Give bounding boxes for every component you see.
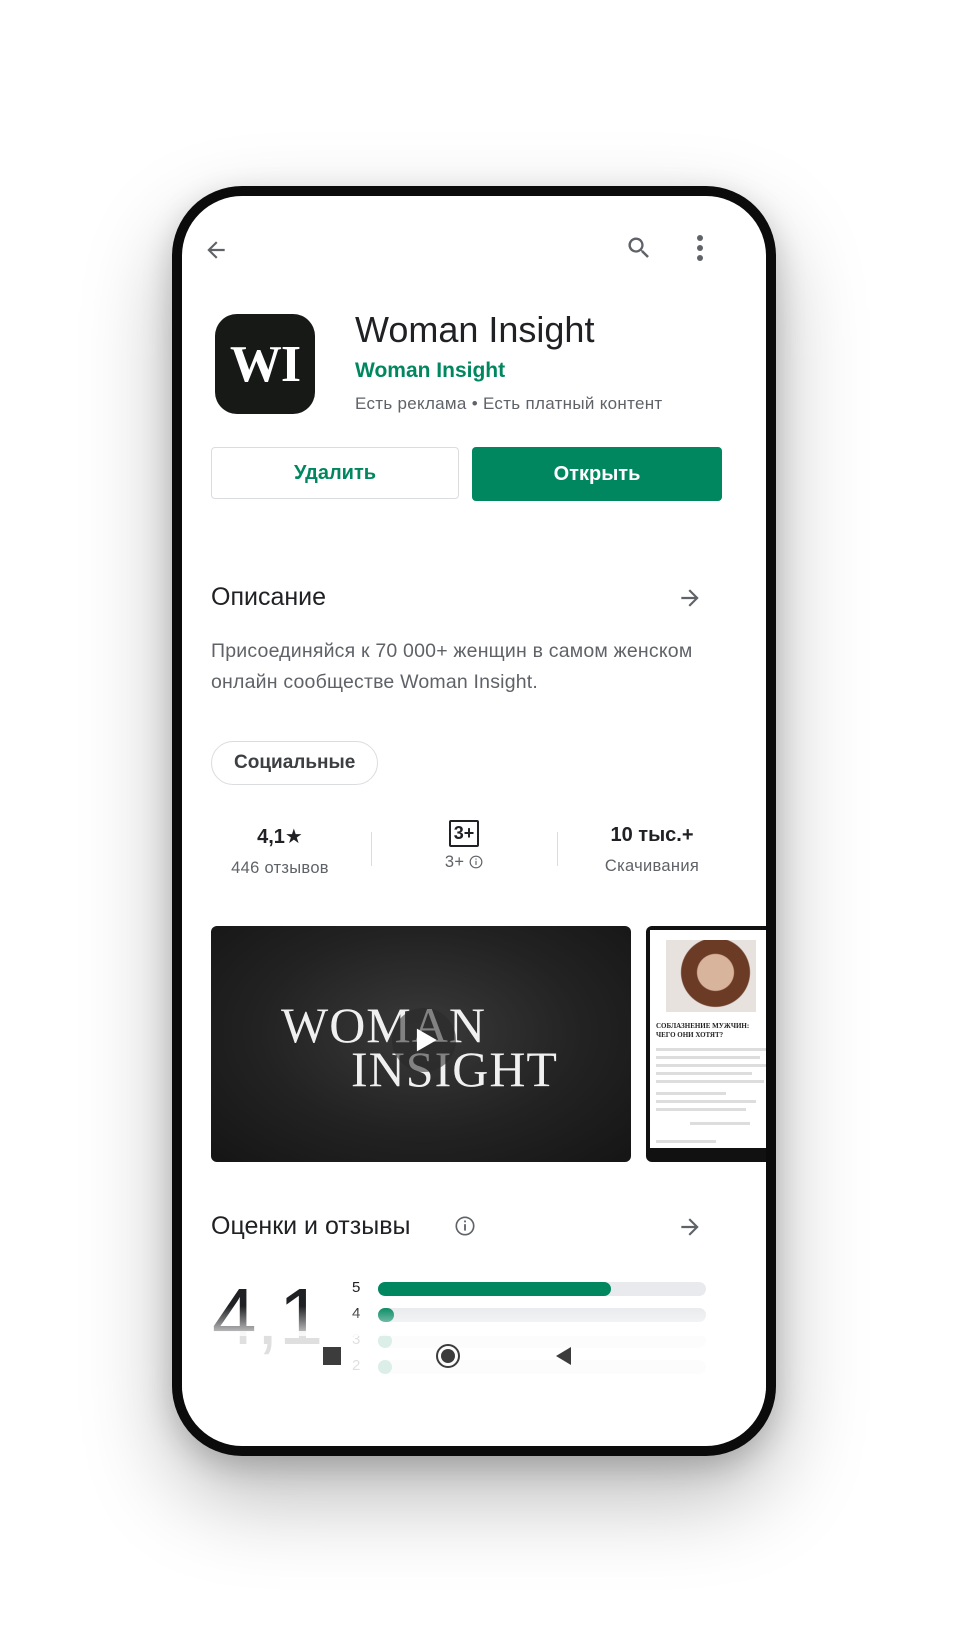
system-navigation-bar — [182, 1331, 766, 1391]
more-vert-icon — [697, 235, 703, 261]
info-icon — [455, 1216, 475, 1236]
info-icon — [469, 855, 483, 869]
text-line — [656, 1048, 766, 1051]
downloads-stat: 10 тыс.+ Скачивания — [577, 824, 727, 876]
text-line — [690, 1122, 750, 1125]
uninstall-button[interactable]: Удалить — [211, 447, 459, 499]
text-line — [656, 1100, 756, 1103]
back-button[interactable] — [194, 228, 238, 272]
app-screenshot[interactable]: СОБЛАЗНЕНИЕ МУЖЧИН: ЧЕГО ОНИ ХОТЯТ? — [646, 926, 766, 1162]
text-line — [656, 1072, 752, 1075]
age-label-row: 3+ — [404, 853, 524, 872]
ratings-info-button[interactable] — [454, 1215, 478, 1239]
search-icon — [628, 237, 649, 258]
recents-button[interactable] — [323, 1347, 341, 1365]
text-line — [656, 1056, 760, 1059]
phone-frame: WI Woman Insight Woman Insight Есть рекл… — [172, 186, 776, 1456]
rating-bar-track — [378, 1282, 706, 1296]
reviews-count: 446 отзывов — [231, 859, 329, 877]
search-button[interactable] — [617, 226, 661, 270]
age-label: 3+ — [444, 853, 465, 871]
home-button[interactable] — [436, 1344, 460, 1368]
age-badge: 3+ — [448, 820, 480, 847]
developer-link[interactable]: Woman Insight — [355, 359, 505, 383]
downloads-value: 10 тыс.+ — [610, 824, 694, 846]
app-icon-text: WI — [229, 335, 301, 393]
open-button[interactable]: Открыть — [472, 447, 722, 501]
promo-video[interactable]: WOMAN INSIGHT — [211, 926, 631, 1162]
text-line — [656, 1092, 726, 1095]
category-chip[interactable]: Социальные — [211, 741, 379, 785]
screenshot-headline: СОБЛАЗНЕНИЕ МУЖЧИН: ЧЕГО ОНИ ХОТЯТ? — [656, 1022, 750, 1039]
ratings-title: Оценки и отзывы — [211, 1212, 411, 1240]
text-line — [656, 1064, 766, 1067]
rating-bar-fill — [378, 1282, 611, 1296]
description-more-button[interactable] — [672, 580, 708, 616]
triangle-back-icon — [556, 1347, 571, 1365]
screenshot-navbar — [650, 1148, 766, 1158]
rating-bar-label: 5 — [352, 1279, 361, 1296]
app-icon: WI — [215, 314, 315, 414]
stat-divider — [371, 832, 372, 866]
home-dot — [441, 1349, 455, 1363]
back-nav-button[interactable] — [554, 1346, 574, 1366]
stat-divider — [557, 832, 558, 866]
text-line — [656, 1140, 716, 1143]
app-meta: Есть реклама • Есть платный контент — [355, 394, 663, 413]
ratings-more-button[interactable] — [672, 1209, 708, 1245]
arrow-back-icon — [207, 241, 225, 259]
text-line — [656, 1108, 746, 1111]
screen: WI Woman Insight Woman Insight Есть рекл… — [182, 196, 766, 1446]
downloads-label: Скачивания — [604, 857, 700, 875]
arrow-forward-icon — [681, 1218, 699, 1236]
screenshot-photo — [666, 940, 756, 1012]
app-title: Woman Insight — [355, 309, 595, 350]
more-options-button[interactable] — [688, 226, 712, 270]
screenshot-content: СОБЛАЗНЕНИЕ МУЖЧИН: ЧЕГО ОНИ ХОТЯТ? — [650, 930, 766, 1148]
play-button[interactable] — [392, 1008, 456, 1072]
age-rating-stat[interactable]: 3+ 3+ — [404, 820, 524, 872]
play-icon — [416, 1028, 437, 1052]
rating-value: 4,1★ — [257, 826, 303, 848]
text-line — [656, 1080, 764, 1083]
description-text: Присоединяйся к 70 000+ женщин в самом ж… — [211, 640, 693, 693]
rating-stat: 4,1★ 446 отзывов — [210, 824, 350, 878]
arrow-forward-icon — [681, 589, 699, 607]
description-title: Описание — [211, 583, 327, 611]
